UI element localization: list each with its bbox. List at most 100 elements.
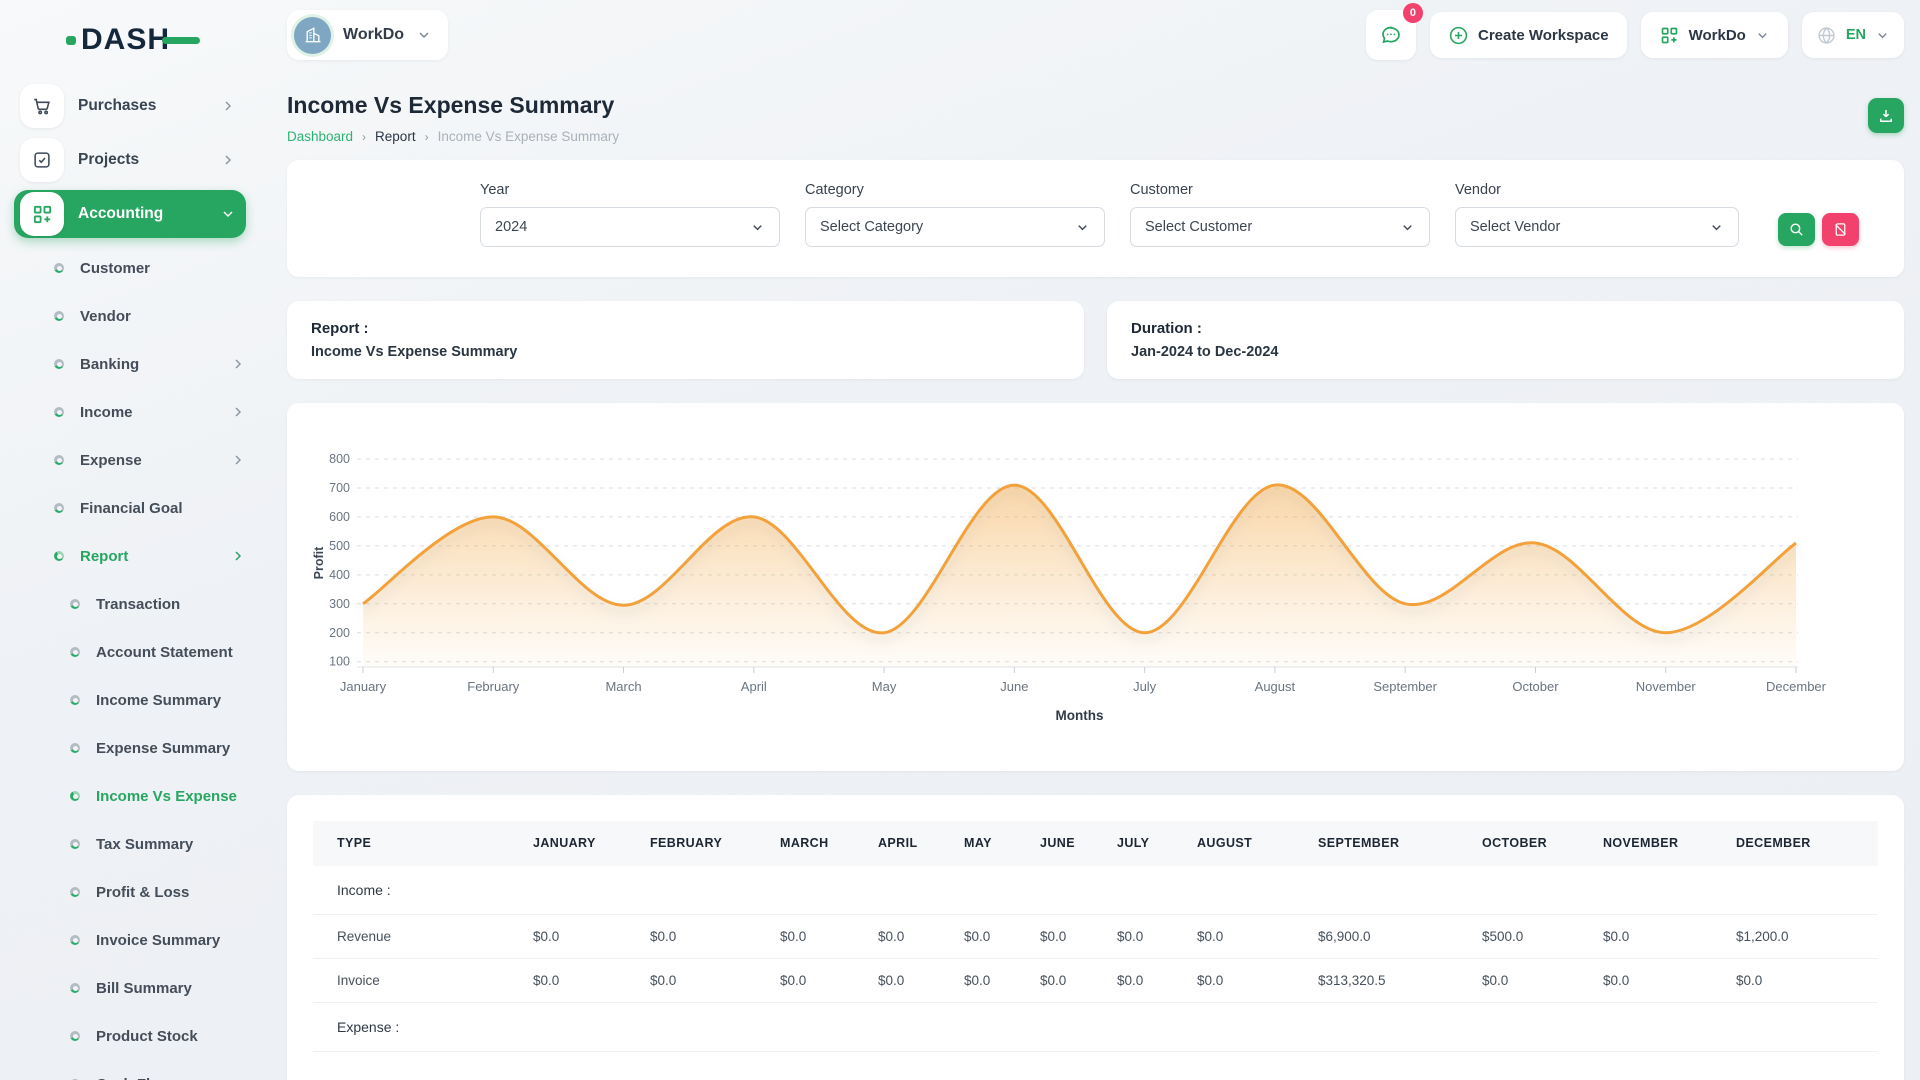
table-col-header: JUNE (1016, 821, 1093, 866)
profit-area-chart: 800700600500400300200100JanuaryFebruaryM… (313, 422, 1878, 757)
table-col-header: OCTOBER (1458, 821, 1579, 866)
chevron-down-icon (1075, 220, 1090, 235)
table-cell-value: $0.0 (940, 959, 1016, 1003)
reset-filter-button[interactable] (1822, 213, 1859, 246)
y-tick-label: 800 (329, 452, 350, 466)
language-switcher[interactable]: EN (1802, 12, 1904, 58)
sidebar-item-label: Purchases (78, 97, 156, 115)
y-tick-label: 200 (329, 626, 350, 640)
sidebar-item-label: Account Statement (96, 644, 233, 661)
sidebar-item-expense-summary[interactable]: Expense Summary (14, 724, 246, 772)
sidebar-item-vendor[interactable]: Vendor (14, 292, 246, 340)
filter-year-label: Year (480, 182, 780, 198)
breadcrumb-current: Income Vs Expense Summary (438, 129, 620, 144)
sidebar-item-banking[interactable]: Banking (14, 340, 246, 388)
logo-dot (66, 36, 76, 45)
sidebar: DASH Purchases Projects Accounting Customer… (0, 0, 260, 1080)
sidebar-item-label: Report (80, 548, 128, 565)
filter-customer-label: Customer (1130, 182, 1430, 198)
sidebar-item-profit-loss[interactable]: Profit & Loss (14, 868, 246, 916)
dash-logo[interactable]: DASH (66, 22, 246, 58)
x-tick-label: November (1636, 679, 1697, 694)
year-select[interactable]: 2024 (480, 207, 780, 247)
sidebar-item-expense[interactable]: Expense (14, 436, 246, 484)
app-root: DASH Purchases Projects Accounting Customer… (0, 0, 1920, 1080)
y-tick-label: 500 (329, 539, 350, 553)
breadcrumb-dashboard[interactable]: Dashboard (287, 129, 353, 144)
sidebar-item-transaction[interactable]: Transaction (14, 580, 246, 628)
table-cell-value: $0.0 (854, 959, 940, 1003)
table-cell-value: $500.0 (1458, 915, 1579, 959)
create-workspace-button[interactable]: Create Workspace (1430, 12, 1627, 58)
workspace-switcher[interactable]: WorkDo (287, 10, 448, 60)
plus-circle-icon (1448, 25, 1469, 46)
bullet-ring-icon (70, 791, 80, 801)
income-expense-table: TYPEJANUARYFEBRUARYMARCHAPRILMAYJUNEJULY… (313, 821, 1878, 1052)
download-button[interactable] (1868, 98, 1904, 133)
table-row-label: Invoice (313, 959, 509, 1003)
filter-actions (1778, 182, 1859, 277)
breadcrumb-report[interactable]: Report (375, 129, 416, 144)
sidebar-item-income[interactable]: Income (14, 388, 246, 436)
sidebar-item-accounting[interactable]: Accounting (14, 190, 246, 238)
category-select[interactable]: Select Category (805, 207, 1105, 247)
logo-bar (162, 37, 200, 44)
report-card-value: Income Vs Expense Summary (311, 344, 1060, 360)
apply-filter-button[interactable] (1778, 213, 1815, 246)
table-row: Revenue$0.0$0.0$0.0$0.0$0.0$0.0$0.0$0.0$… (313, 915, 1878, 959)
sidebar-item-label: Banking (80, 356, 139, 373)
duration-card-value: Jan-2024 to Dec-2024 (1131, 344, 1880, 360)
sidebar-item-label: Vendor (80, 308, 131, 325)
table-cell-value: $0.0 (1173, 959, 1294, 1003)
sidebar-item-cash-flow[interactable]: Cash Flow (14, 1060, 246, 1080)
chevron-right-icon (230, 404, 246, 420)
x-tick-label: March (605, 679, 641, 694)
duration-card: Duration : Jan-2024 to Dec-2024 (1107, 301, 1904, 379)
table-col-header: DECEMBER (1712, 821, 1878, 866)
sidebar-item-account-statement[interactable]: Account Statement (14, 628, 246, 676)
sidebar-item-purchases[interactable]: Purchases (14, 82, 246, 130)
bullet-ring-icon (54, 407, 64, 417)
sidebar-item-product-stock[interactable]: Product Stock (14, 1012, 246, 1060)
chevron-down-icon (1400, 220, 1415, 235)
sidebar-item-label: Transaction (96, 596, 180, 613)
chart-card: 800700600500400300200100JanuaryFebruaryM… (287, 403, 1904, 771)
table-cell-value: $0.0 (1458, 959, 1579, 1003)
workdo-menu-button[interactable]: WorkDo (1641, 12, 1788, 58)
bullet-ring-icon (70, 935, 80, 945)
vendor-select[interactable]: Select Vendor (1455, 207, 1739, 247)
sidebar-item-income-vs-expense[interactable]: Income Vs Expense (14, 772, 246, 820)
income-expense-table-card: TYPEJANUARYFEBRUARYMARCHAPRILMAYJUNEJULY… (287, 795, 1904, 1080)
table-cell-value: $1,200.0 (1712, 915, 1878, 959)
customer-select[interactable]: Select Customer (1130, 207, 1430, 247)
sidebar-item-tax-summary[interactable]: Tax Summary (14, 820, 246, 868)
chevron-down-icon (750, 220, 765, 235)
table-cell-value: $0.0 (1579, 915, 1712, 959)
filter-category-label: Category (805, 182, 1105, 198)
sidebar-item-invoice-summary[interactable]: Invoice Summary (14, 916, 246, 964)
bullet-ring-icon (54, 359, 64, 369)
sidebar-item-report[interactable]: Report (14, 532, 246, 580)
sidebar-item-financial-goal[interactable]: Financial Goal (14, 484, 246, 532)
bullet-ring-icon (54, 263, 64, 273)
page-title: Income Vs Expense Summary (287, 92, 619, 119)
bullet-ring-icon (54, 551, 64, 561)
bullet-ring-icon (70, 983, 80, 993)
cart-icon (20, 84, 64, 128)
sidebar-item-projects[interactable]: Projects (14, 136, 246, 184)
workdo-menu-label: WorkDo (1689, 27, 1746, 44)
filter-year: Year 2024 (480, 182, 780, 277)
sidebar-item-bill-summary[interactable]: Bill Summary (14, 964, 246, 1012)
search-icon (1788, 221, 1805, 238)
sidebar-item-label: Product Stock (96, 1028, 198, 1045)
table-cell-value: $0.0 (940, 915, 1016, 959)
grid-plus-icon (1659, 25, 1680, 46)
duration-card-label: Duration : (1131, 320, 1880, 337)
sidebar-item-income-summary[interactable]: Income Summary (14, 676, 246, 724)
table-cell-value: $0.0 (756, 915, 854, 959)
create-workspace-label: Create Workspace (1478, 27, 1609, 44)
sidebar-item-customer[interactable]: Customer (14, 244, 246, 292)
chevron-right-icon (220, 98, 236, 114)
table-col-header: APRIL (854, 821, 940, 866)
notifications-button[interactable]: 0 (1366, 10, 1416, 60)
